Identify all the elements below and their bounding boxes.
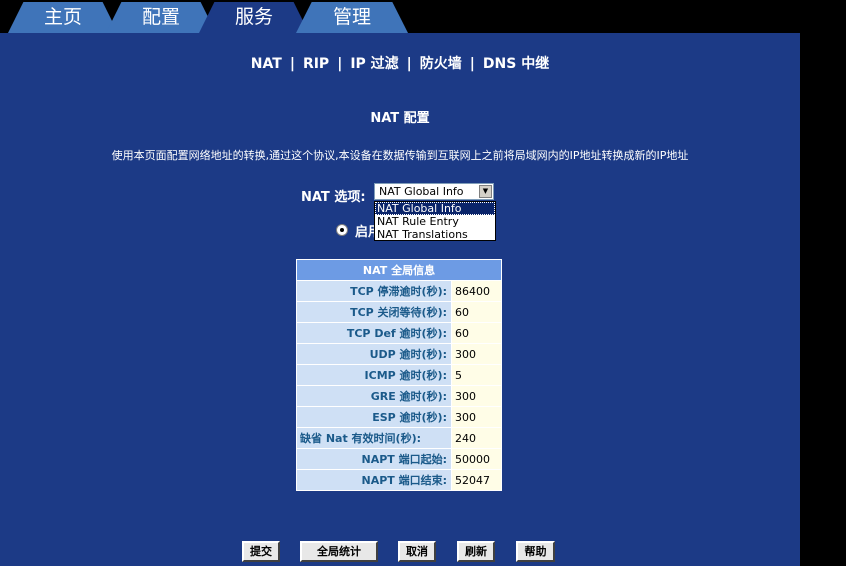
subnav-separator: | <box>289 56 295 72</box>
table-row: UDP 逾时(秒): 300 <box>296 343 502 365</box>
table-row: NAPT 端口结束: 52047 <box>296 469 502 491</box>
submit-button[interactable]: 提交 <box>242 541 280 562</box>
row-value: 60 <box>451 322 502 344</box>
row-label: UDP 逾时(秒): <box>296 343 452 365</box>
row-label: TCP 停滞逾时(秒): <box>296 280 452 302</box>
row-value: 86400 <box>451 280 502 302</box>
service-subnav: NAT | RIP | IP 过滤 | 防火墙 | DNS 中继 <box>0 53 800 73</box>
row-value: 50000 <box>451 448 502 470</box>
dropdown-option-nat-translations[interactable]: NAT Translations <box>375 228 495 241</box>
top-tab-bar: 主页 配置 服务 管理 <box>0 0 846 33</box>
nat-global-info-table: NAT 全局信息 TCP 停滞逾时(秒): 86400 TCP 关闭等待(秒): 6… <box>296 259 502 491</box>
page-description: 使用本页面配置网络地址的转换,通过这个协议,本设备在数据传输到互联网上之前将局域… <box>111 149 689 162</box>
radio-checked-dot <box>340 228 344 232</box>
row-value: 300 <box>451 343 502 365</box>
tab-services[interactable]: 服务 <box>199 2 309 33</box>
global-stats-button[interactable]: 全局统计 <box>300 541 378 562</box>
row-label: ESP 逾时(秒): <box>296 406 452 428</box>
enable-radio-label: 启用 <box>355 225 374 240</box>
subnav-separator: | <box>337 56 343 72</box>
cancel-button[interactable]: 取消 <box>398 541 436 562</box>
table-row: GRE 逾时(秒): 300 <box>296 385 502 407</box>
dropdown-option-nat-rule-entry[interactable]: NAT Rule Entry <box>375 215 495 228</box>
help-button[interactable]: 帮助 <box>516 541 555 562</box>
tab-home[interactable]: 主页 <box>8 2 118 33</box>
tab-management[interactable]: 管理 <box>296 2 408 33</box>
row-value: 300 <box>451 406 502 428</box>
content-panel: NAT | RIP | IP 过滤 | 防火墙 | DNS 中继 NAT 配置 使用本页面配置网… <box>0 33 800 566</box>
subnav-link-nat[interactable]: NAT <box>251 56 282 72</box>
subnav-link-ip-filter[interactable]: IP 过滤 <box>350 56 398 72</box>
row-label: TCP 关闭等待(秒): <box>296 301 452 323</box>
row-value: 52047 <box>451 469 502 491</box>
nat-option-label: NAT 选项: <box>301 190 366 205</box>
table-row: ICMP 逾时(秒): 5 <box>296 364 502 386</box>
nat-option-selected-value: NAT Global Info <box>379 185 464 198</box>
subnav-link-dns-relay[interactable]: DNS 中继 <box>483 56 549 72</box>
subnav-separator: | <box>406 56 412 72</box>
page-title: NAT 配置 <box>370 111 430 126</box>
row-label: NAPT 端口起始: <box>296 448 452 470</box>
subnav-separator: | <box>469 56 475 72</box>
table-row: TCP 关闭等待(秒): 60 <box>296 301 502 323</box>
table-row: TCP 停滞逾时(秒): 86400 <box>296 280 502 302</box>
table-row: NAPT 端口起始: 50000 <box>296 448 502 470</box>
nat-option-select[interactable]: NAT Global Info ▼ <box>374 183 494 200</box>
row-label: GRE 逾时(秒): <box>296 385 452 407</box>
row-value: 5 <box>451 364 502 386</box>
refresh-button[interactable]: 刷新 <box>457 541 495 562</box>
row-label: NAPT 端口结束: <box>296 469 452 491</box>
enable-radio[interactable] <box>336 224 348 236</box>
chevron-down-icon[interactable]: ▼ <box>479 185 492 198</box>
subnav-link-firewall[interactable]: 防火墙 <box>420 56 462 72</box>
row-value: 300 <box>451 385 502 407</box>
nat-option-dropdown-list: NAT Global Info NAT Rule Entry NAT Trans… <box>374 201 496 241</box>
table-row: ESP 逾时(秒): 300 <box>296 406 502 428</box>
table-header: NAT 全局信息 <box>296 259 502 281</box>
table-row: 缺省 Nat 有效时间(秒): 240 <box>296 427 502 449</box>
row-label: ICMP 逾时(秒): <box>296 364 452 386</box>
table-row: TCP Def 逾时(秒): 60 <box>296 322 502 344</box>
subnav-link-rip[interactable]: RIP <box>303 56 329 72</box>
row-label: 缺省 Nat 有效时间(秒): <box>296 427 452 449</box>
dropdown-option-nat-global-info[interactable]: NAT Global Info <box>375 202 495 215</box>
row-value: 240 <box>451 427 502 449</box>
tab-config[interactable]: 配置 <box>106 2 216 33</box>
row-label: TCP Def 逾时(秒): <box>296 322 452 344</box>
row-value: 60 <box>451 301 502 323</box>
